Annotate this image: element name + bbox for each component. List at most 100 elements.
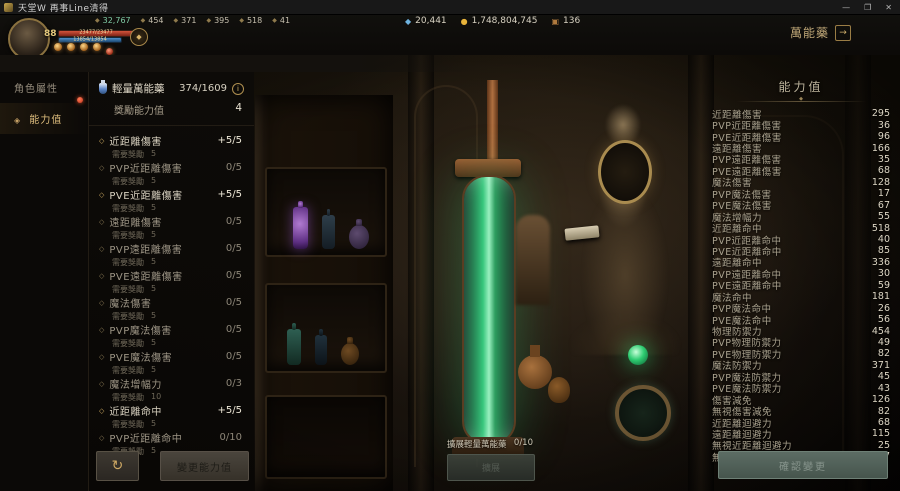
required-reward-value: 5 [151,149,156,160]
panel-title: 萬能藥 [790,24,829,41]
stat-value: 126 [872,394,890,405]
allocation-item[interactable]: ◇ 近距離傷害 +5/5 需要獎勵 5 [89,130,254,157]
required-reward-value: 5 [151,257,156,268]
top-stat: ◆ 454 [141,16,164,25]
expand-button[interactable]: 擴展 [447,454,535,481]
required-reward-value: 5 [151,311,156,322]
allocation-item[interactable]: ◇ PVP近距離命中 0/10 需要獎勵 5 [89,427,254,454]
debuff-dot[interactable] [106,48,113,55]
tab[interactable] [313,55,470,72]
allocation-item[interactable]: ◇ PVE近距離傷害 +5/5 需要獎勵 5 [89,184,254,211]
confirm-button[interactable]: 確認變更 [718,451,888,479]
allocation-item[interactable]: ◇ PVP遠距離傷害 0/5 需要獎勵 5 [89,238,254,265]
stat-icon: ◆ [206,17,211,24]
allocation-item[interactable]: ◇ 魔法傷害 0/5 需要獎勵 5 [89,292,254,319]
stat-value: 166 [872,143,890,154]
allocation-item[interactable]: ◇ 近距離命中 +5/5 需要獎勵 5 [89,400,254,427]
close-button[interactable]: ✕ [885,3,892,12]
stat-value: 59 [878,280,890,291]
diamond-bullet-icon: ◇ [99,299,104,307]
sidebar-item-ability-values[interactable]: ◈ 能力值 [0,103,88,134]
allocation-name: PVP魔法傷害 [109,322,171,337]
diamond-bullet-icon: ◇ [99,434,104,442]
clan-emblem-icon[interactable]: ◆ [130,28,148,46]
elixir-name: 輕量萬能藥 [112,81,165,96]
buff-dot[interactable] [80,43,88,51]
restore-button[interactable]: ❐ [864,3,871,12]
top-stat: ◆ 41 [272,16,290,25]
apply-button[interactable]: 變更能力值 [160,451,249,481]
stat-value: 295 [872,108,890,119]
diamond-bullet-icon: ◇ [99,191,104,199]
stats-list: 近距離傷害 295 PVP近距離傷害 36 PVE近距離傷害 96 遠距離傷害 … [712,108,890,463]
allocation-value: +5/5 [218,405,242,416]
allocation-item[interactable]: ◇ PVE遠距離傷害 0/5 需要獎勵 5 [89,265,254,292]
stat-value: 55 [878,211,890,222]
buff-dot[interactable] [67,43,75,51]
exit-icon[interactable]: → [835,25,851,41]
allocation-name: PVP遠距離傷害 [109,241,182,256]
lineage-w-elixir-window: 天堂W 再事Line清得 — ❐ ✕ [0,0,900,491]
allocation-name: 近距離傷害 [109,133,162,148]
allocation-name: PVE近距離傷害 [109,187,182,202]
mp-text: 13854/13854 [59,38,121,43]
required-reward-value: 5 [151,176,156,187]
tab[interactable] [157,55,314,72]
required-reward-value: 10 [151,392,161,403]
reset-button[interactable]: ↻ [96,451,139,481]
currency: ● 1,748,804,745 [461,16,538,26]
left-sidebar: 角色屬性 ◈ 能力值 [0,72,88,491]
sidebar-item-label: 角色屬性 [14,84,58,95]
sidebar-item-character-attributes[interactable]: 角色屬性 [0,72,88,103]
required-reward-value: 5 [151,203,156,214]
allocation-value: 0/5 [226,297,242,308]
currency-value: 20,441 [415,16,447,26]
allocation-item[interactable]: ◇ 遠距離傷害 0/5 需要獎勵 5 [89,211,254,238]
top-stat: ◆ 371 [174,16,197,25]
diamond-bullet-icon: ◇ [99,245,104,253]
buff-dot[interactable] [93,43,101,51]
allocation-value: 0/5 [226,324,242,335]
allocation-item[interactable]: ◇ 魔法增幅力 0/3 需要獎勵 10 [89,373,254,400]
allocation-name: 遠距離傷害 [109,214,162,229]
stat-value: 32,767 [103,16,131,25]
stat-value: 35 [878,154,890,165]
buff-dot[interactable] [54,43,62,51]
allocation-item[interactable]: ◇ PVP近距離傷害 0/5 需要獎勵 5 [89,157,254,184]
stat-value: 128 [872,177,890,188]
required-reward-value: 5 [151,338,156,349]
character-portrait[interactable] [8,18,50,60]
tab[interactable] [0,55,157,72]
stat-icon: ◆ [174,17,179,24]
minimize-button[interactable]: — [842,3,850,12]
allocation-name: PVP近距離命中 [109,430,182,445]
stat-icon: ◆ [239,17,244,24]
stat-value: 518 [247,16,262,25]
stat-value: 41 [280,16,290,25]
allocation-item[interactable]: ◇ PVE魔法傷害 0/5 需要獎勵 5 [89,346,254,373]
buff-icons [54,43,113,55]
allocation-name: 魔法傷害 [109,295,151,310]
required-reward-label: 需要獎勵 [112,338,144,349]
sidebar-item-label: 能力值 [29,115,62,126]
allocation-value: +5/5 [218,135,242,146]
currency-icon: ◆ [405,17,411,26]
info-icon[interactable]: i [232,83,244,95]
allocation-value: 0/5 [226,270,242,281]
stats-panel-title: 能力值 [712,78,890,95]
allocation-value: 0/5 [226,351,242,362]
stat-value: 82 [878,348,890,359]
top-stat: ◆ 32,767 [95,16,131,25]
currency-value: 136 [563,16,580,26]
stat-value: 68 [878,417,890,428]
allocation-item[interactable]: ◇ PVP魔法傷害 0/5 需要獎勵 5 [89,319,254,346]
stat-value: 454 [148,16,163,25]
stat-value: 25 [878,440,890,451]
stat-value: 45 [878,371,890,382]
required-reward-label: 需要獎勵 [112,365,144,376]
bonus-points-value: 4 [235,102,242,117]
expand-count: 0/10 [514,438,533,450]
required-reward-value: 5 [151,284,156,295]
elixir-flask-icon [99,83,107,94]
required-reward-label: 需要獎勵 [112,284,144,295]
